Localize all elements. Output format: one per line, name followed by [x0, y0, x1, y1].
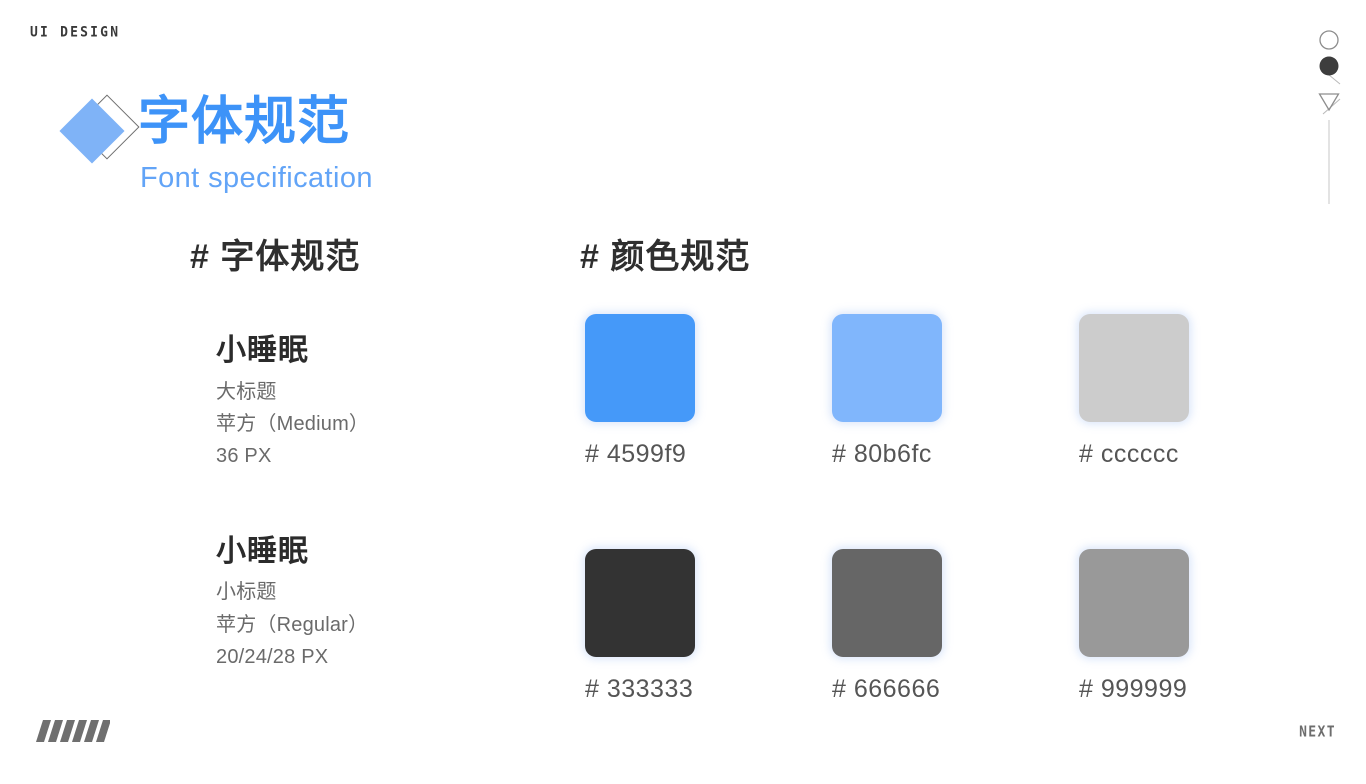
font-usage-label: 大标题: [216, 380, 277, 403]
font-usage-label: 小标题: [216, 581, 277, 604]
color-hex-label: # 333333: [585, 675, 694, 703]
triangle-down-icon: [1318, 93, 1340, 112]
circle-filled-icon: [1319, 56, 1339, 76]
color-swatch[interactable]: [1079, 549, 1189, 657]
color-hex-label: # 999999: [1079, 675, 1188, 703]
brand-label: UI DESIGN: [30, 24, 121, 41]
page-subtitle: Font specification: [140, 162, 373, 194]
diamond-logo-icon: [59, 94, 140, 170]
font-section-heading: # 字体规范: [190, 238, 361, 276]
color-swatch-grid: # 4599f9 # 80b6fc # cccccc # 333333 # 66…: [585, 314, 1205, 784]
color-swatch[interactable]: [832, 549, 942, 657]
next-button[interactable]: NEXT: [1299, 724, 1336, 741]
font-family-label: 苹方（Medium）: [216, 412, 370, 435]
font-size-label: 36 PX: [216, 445, 272, 468]
color-swatch-item[interactable]: # 333333: [585, 549, 695, 702]
page-title-block: 字体规范 Font specification: [59, 93, 586, 216]
color-swatch[interactable]: [585, 314, 695, 422]
color-swatch-item[interactable]: # 4599f9: [585, 314, 695, 467]
color-hex-label: # 666666: [832, 675, 941, 703]
color-swatch-item[interactable]: # 666666: [832, 549, 942, 702]
slide-progress-indicator[interactable]: [1310, 26, 1354, 206]
color-swatch-item[interactable]: # cccccc: [1079, 314, 1189, 467]
font-family-label: 苹方（Regular）: [216, 613, 369, 636]
circle-outline-icon: [1319, 30, 1339, 50]
font-spec-item: 小睡眠 小标题 苹方（Regular） 20/24/28 PX: [216, 533, 546, 674]
stripes-decoration-icon: [30, 720, 110, 742]
color-hex-label: # cccccc: [1079, 440, 1179, 468]
color-swatch-item[interactable]: # 999999: [1079, 549, 1189, 702]
color-hex-label: # 80b6fc: [832, 440, 932, 468]
color-swatch[interactable]: [832, 314, 942, 422]
color-swatch[interactable]: [585, 549, 695, 657]
font-spec-list: 小睡眠 大标题 苹方（Medium） 36 PX 小睡眠 小标题 苹方（Regu…: [216, 332, 546, 733]
color-swatch-item[interactable]: # 80b6fc: [832, 314, 942, 467]
color-swatch[interactable]: [1079, 314, 1189, 422]
page-title: 字体规范: [138, 93, 351, 151]
font-sample-text: 小睡眠: [216, 334, 309, 367]
color-swatch-row: # 4599f9 # 80b6fc # cccccc: [585, 314, 1205, 467]
color-swatch-row: # 333333 # 666666 # 999999: [585, 549, 1205, 702]
font-sample-text: 小睡眠: [216, 534, 309, 568]
color-section-heading: # 颜色规范: [580, 238, 751, 276]
font-spec-item: 小睡眠 大标题 苹方（Medium） 36 PX: [216, 332, 546, 473]
font-size-label: 20/24/28 PX: [216, 645, 329, 668]
color-hex-label: # 4599f9: [585, 440, 687, 468]
